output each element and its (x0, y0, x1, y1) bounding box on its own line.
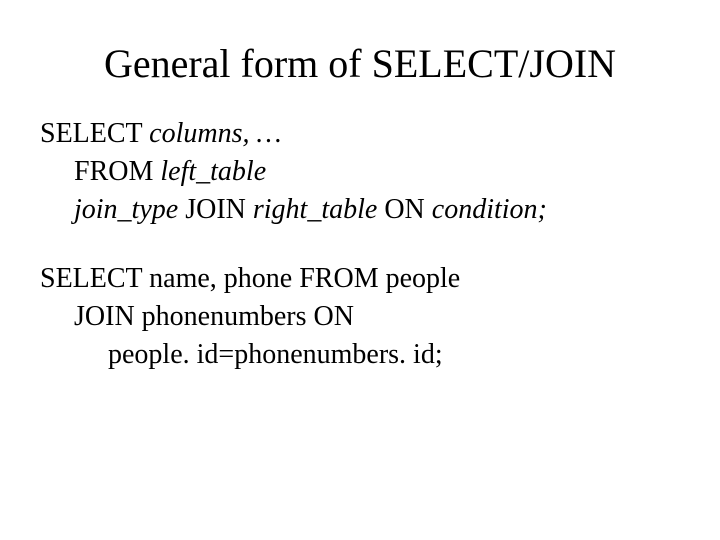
placeholder-condition: condition; (432, 194, 547, 225)
syntax-line-1: SELECT columns, … (40, 115, 680, 153)
placeholder-right-table: right_table (253, 194, 377, 225)
slide: General form of SELECT/JOIN SELECT colum… (0, 0, 720, 540)
syntax-line-3: join_type JOIN right_table ON condition; (40, 191, 680, 229)
example-line-1: SELECT name, phone FROM people (40, 260, 680, 298)
syntax-block: SELECT columns, … FROM left_table join_t… (40, 115, 680, 228)
example-line-2: JOIN phonenumbers ON (40, 298, 680, 336)
placeholder-columns: columns, … (149, 118, 281, 149)
kw-join: JOIN (178, 194, 253, 225)
example-line-3: people. id=phonenumbers. id; (40, 336, 680, 374)
placeholder-join-type: join_type (74, 194, 178, 225)
slide-body: SELECT columns, … FROM left_table join_t… (40, 115, 680, 374)
kw-on: ON (377, 194, 431, 225)
placeholder-left-table: left_table (160, 156, 266, 187)
kw-select: SELECT (40, 118, 149, 149)
kw-from: FROM (74, 156, 160, 187)
example-block: SELECT name, phone FROM people JOIN phon… (40, 260, 680, 373)
slide-title: General form of SELECT/JOIN (40, 40, 680, 87)
syntax-line-2: FROM left_table (40, 153, 680, 191)
